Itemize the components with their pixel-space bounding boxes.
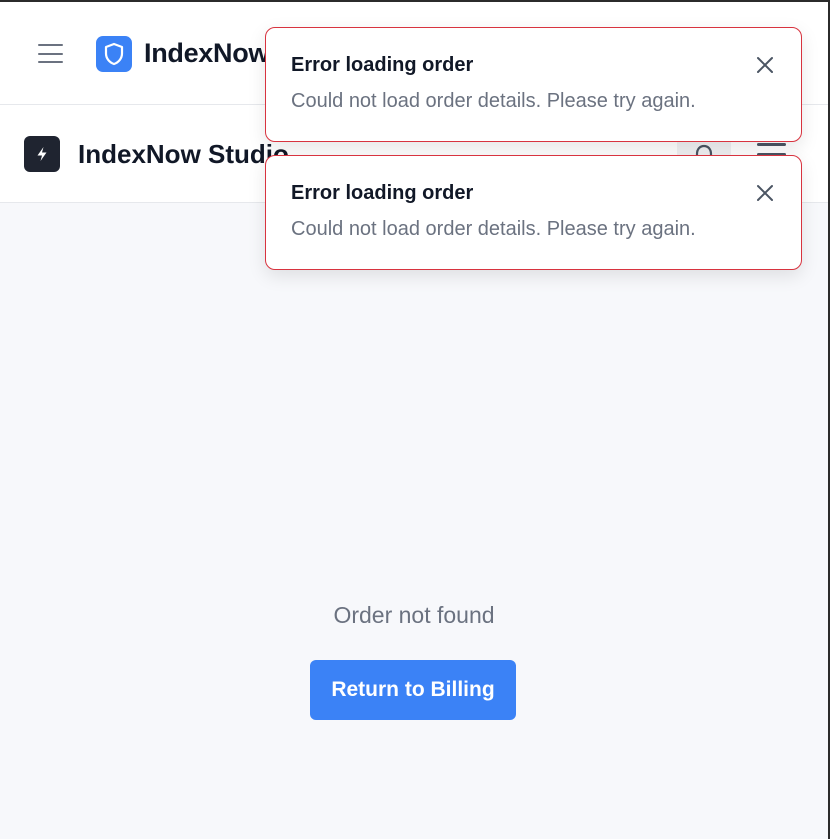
studio-name: IndexNow Studio (78, 139, 289, 169)
toast-title: Error loading order (291, 182, 474, 204)
toast-message: Could not load order details. Please try… (291, 90, 696, 112)
brand-name[interactable]: IndexNow (144, 38, 269, 69)
return-to-billing-button[interactable]: Return to Billing (310, 660, 516, 720)
close-icon[interactable] (754, 182, 776, 204)
error-toast: Error loading order Could not load order… (265, 155, 802, 270)
status-message: Order not found (333, 602, 495, 628)
toast-message: Could not load order details. Please try… (291, 218, 696, 240)
toast-title: Error loading order (291, 54, 474, 76)
error-toast: Error loading order Could not load order… (265, 27, 802, 142)
shield-icon (96, 36, 132, 72)
close-icon[interactable] (754, 54, 776, 76)
app-window: IndexNow IndexNow Studio Order not found… (0, 0, 830, 839)
lightning-bolt-icon (24, 136, 60, 172)
hamburger-menu-icon[interactable] (38, 44, 64, 64)
